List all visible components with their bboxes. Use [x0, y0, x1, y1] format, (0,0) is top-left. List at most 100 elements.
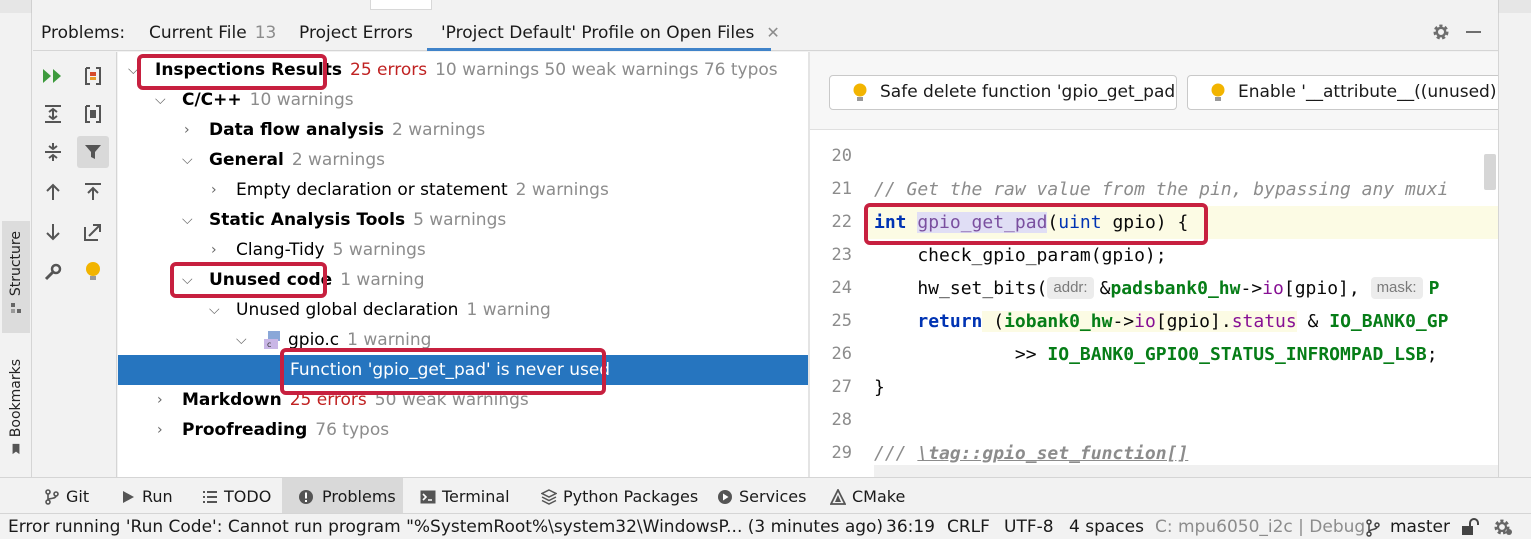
call: hw_set_bits( [874, 278, 1048, 299]
collapse-all-button[interactable] [37, 136, 69, 168]
tree-row-general[interactable]: ⌵ General 2 warnings [118, 145, 808, 175]
unused-code-count: 1 warning [340, 270, 425, 290]
horizontal-scrollbar[interactable] [874, 465, 1498, 477]
line-separator[interactable]: CRLF [947, 514, 990, 539]
chevron-right-icon[interactable]: › [157, 385, 173, 415]
tree-row-markdown[interactable]: › Markdown 25 errors 50 weak warnings [118, 385, 808, 415]
next-problem-button[interactable] [37, 216, 69, 248]
chevron-down-icon[interactable]: ⌵ [182, 205, 198, 235]
previous-problem-button[interactable] [37, 176, 69, 208]
filter-button[interactable] [77, 136, 109, 168]
chevron-right-icon[interactable]: › [211, 175, 227, 205]
safe-delete-fix-button[interactable]: Safe delete function 'gpio_get_pad' [829, 75, 1177, 110]
bookmarks-tool-tab[interactable]: Bookmarks [2, 353, 30, 468]
python-packages-label: Python Packages [563, 487, 699, 506]
problems-tool-button[interactable]: Problems [282, 478, 403, 514]
tree-row-empty-declaration[interactable]: › Empty declaration or statement 2 warnin… [118, 175, 808, 205]
todo-list-icon [203, 491, 217, 503]
previous-problem-icon [46, 183, 60, 200]
status-message[interactable]: Error running 'Run Code': Cannot run pro… [8, 514, 883, 539]
run-tool-button[interactable]: Run [116, 478, 173, 514]
next-problem-icon [46, 224, 60, 241]
tree-row-proofreading[interactable]: › Proofreading 76 typos [118, 415, 808, 445]
bookmarks-tab-label: Bookmarks [8, 359, 24, 438]
right-tool-stripe [1498, 13, 1531, 482]
chevron-right-icon[interactable]: › [184, 115, 200, 145]
chevron-right-icon[interactable]: › [211, 235, 227, 265]
tree-row-problem-selected[interactable]: Function 'gpio_get_pad' is never used [118, 355, 808, 385]
tree-row-gpio-file[interactable]: ⌵ c gpio.c 1 warning [118, 325, 808, 355]
vertical-scrollbar[interactable] [1484, 154, 1496, 190]
param-type: uint [1058, 212, 1102, 233]
settings-wrench-button[interactable] [37, 256, 69, 288]
tab-project-errors[interactable]: Project Errors [299, 13, 413, 51]
expand-all-button[interactable] [37, 98, 69, 130]
collapse-all-icon [45, 143, 61, 161]
services-icon [718, 490, 732, 504]
git-tool-button[interactable]: Git [40, 478, 89, 514]
file-encoding[interactable]: UTF-8 [1004, 514, 1054, 539]
terminal-tool-button[interactable]: Terminal [416, 478, 510, 514]
close-icon[interactable]: ✕ [766, 23, 779, 42]
tab-current-file[interactable]: Current File 13 [149, 13, 276, 51]
tab-current-file-count: 13 [254, 23, 277, 43]
tree-row-cpp[interactable]: ⌵ C/C++ 10 warnings [118, 85, 808, 115]
run-context[interactable]: C: mpu6050_i2c | Debug [1155, 514, 1365, 539]
chevron-right-icon[interactable]: › [157, 415, 173, 445]
doc-comment: /// [874, 443, 918, 464]
global-var: padsbank0_hw [1110, 278, 1241, 299]
chevron-down-icon[interactable]: ⌵ [182, 265, 198, 295]
gear-icon[interactable] [1431, 22, 1451, 42]
tree-row-data-flow[interactable]: › Data flow analysis 2 warnings [118, 115, 808, 145]
minimize-icon[interactable] [1463, 22, 1483, 42]
chevron-down-icon[interactable]: ⌵ [236, 325, 252, 355]
unlock-icon[interactable] [1460, 518, 1480, 536]
other-counts: 10 warnings 50 weak warnings 76 typos [435, 60, 778, 80]
line-number: 26 [831, 344, 852, 364]
problems-label: Problems [322, 487, 396, 506]
quick-fix-button[interactable] [77, 256, 109, 288]
export-button[interactable] [77, 60, 109, 92]
rerun-button[interactable] [37, 60, 69, 92]
cmake-tool-button[interactable]: CMake [826, 478, 905, 514]
problems-tab-header: Problems: Current File 13 Project Errors … [33, 13, 1498, 51]
group-by-file-button[interactable] [77, 98, 109, 130]
git-branch[interactable]: master [1390, 514, 1450, 539]
code-line-21: // Get the raw value from the pin, bypas… [874, 173, 1448, 206]
macro: IO_BANK0_GP [1329, 311, 1449, 332]
chevron-down-icon[interactable]: ⌵ [209, 295, 225, 325]
chevron-down-icon[interactable]: ⌵ [128, 55, 144, 85]
paren: ( [1047, 212, 1059, 233]
code-line-26: >> IO_BANK0_GPIO0_STATUS_INFROMPAD_LSB; [874, 338, 1438, 371]
enable-attribute-fix-button[interactable]: Enable '__attribute__((unused))' for [1187, 75, 1498, 110]
tree-row-inspections-results[interactable]: ⌵ Inspections Results 25 errors 10 warning… [118, 55, 808, 85]
open-in-editor-button[interactable] [77, 216, 109, 248]
keyword: return [917, 311, 983, 332]
python-packages-tool-button[interactable]: Python Packages [537, 478, 698, 514]
code-editor[interactable]: // Get the raw value from the pin, bypas… [868, 130, 1498, 477]
tree-row-static-analysis[interactable]: ⌵ Static Analysis Tools 5 warnings [118, 205, 808, 235]
tree-row-unused-code[interactable]: ⌵ Unused code 1 warning [118, 265, 808, 295]
chevron-down-icon[interactable]: ⌵ [182, 145, 198, 175]
problems-toolbar [33, 52, 117, 477]
safe-delete-fix-label: Safe delete function 'gpio_get_pad' [880, 82, 1177, 102]
tab-profile-on-open-files[interactable]: 'Project Default' Profile on Open Files ✕ [427, 13, 780, 51]
autoscroll-button[interactable] [77, 176, 109, 208]
tree-row-clang-tidy[interactable]: › Clang-Tidy 5 warnings [118, 235, 808, 265]
member: io [1262, 278, 1284, 299]
data-flow-count: 2 warnings [392, 120, 486, 140]
chevron-down-icon[interactable]: ⌵ [155, 85, 171, 115]
data-flow-label: Data flow analysis [209, 120, 385, 140]
inspections-results-label: Inspections Results [155, 60, 343, 80]
index: [gpio]. [1155, 311, 1232, 332]
tree-row-unused-global[interactable]: ⌵ Unused global declaration 1 warning [118, 295, 808, 325]
markdown-errors: 25 errors [289, 390, 367, 410]
caret-position[interactable]: 36:19 [886, 514, 935, 539]
structure-tool-tab[interactable]: Structure [2, 221, 30, 333]
services-tool-button[interactable]: Services [713, 478, 806, 514]
gear-icon[interactable] [1492, 517, 1514, 537]
cmake-label: CMake [852, 487, 906, 506]
todo-tool-button[interactable]: TODO [198, 478, 271, 514]
indent-setting[interactable]: 4 spaces [1069, 514, 1144, 539]
keyword: int [874, 212, 907, 233]
